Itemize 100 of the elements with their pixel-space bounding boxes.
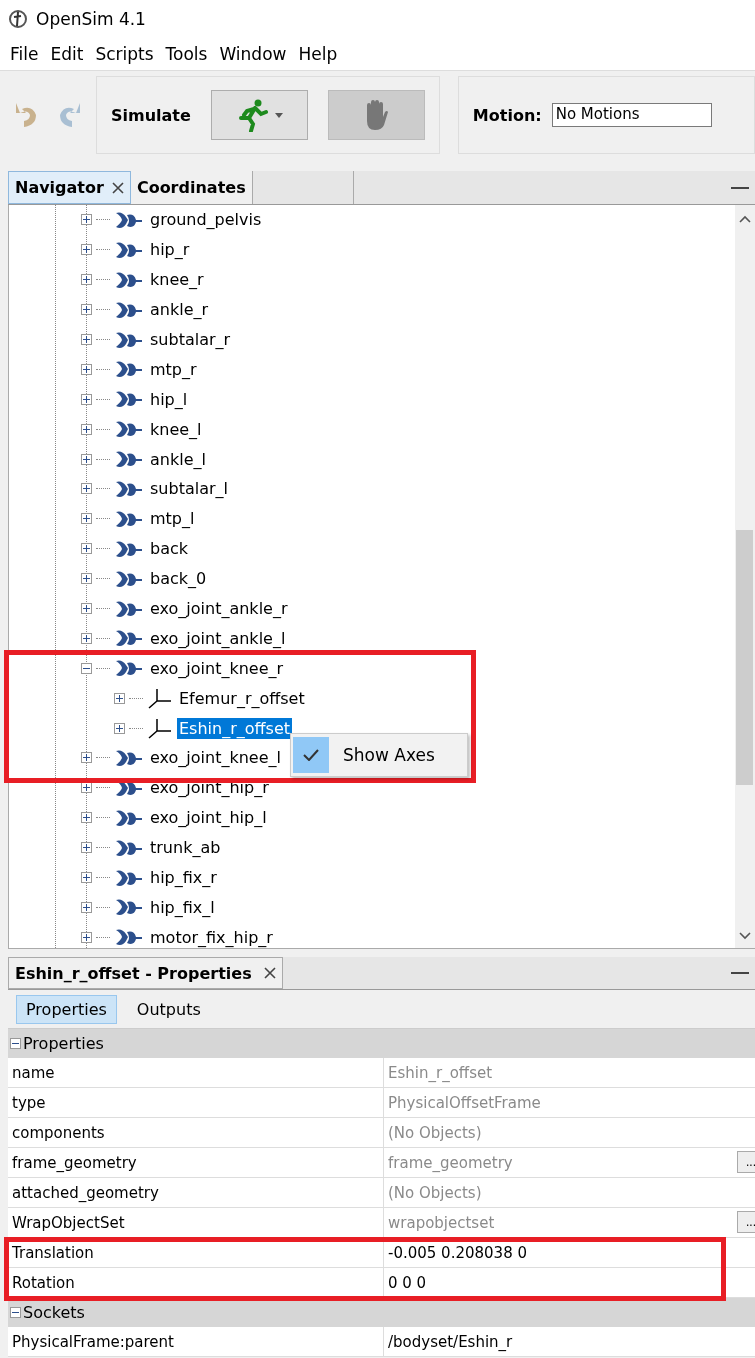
panel-tab[interactable]: Eshin_r_offset - Properties xyxy=(8,957,283,989)
axes-icon xyxy=(147,687,173,710)
tree-item[interactable]: mtp_r xyxy=(148,358,199,380)
run-button[interactable] xyxy=(210,90,308,140)
expand-toggle[interactable] xyxy=(81,543,92,555)
expand-toggle[interactable] xyxy=(81,334,92,345)
tree-item[interactable]: subtalar_r xyxy=(148,329,233,350)
menu-item[interactable]: File xyxy=(4,44,45,64)
tree-item[interactable]: knee_r xyxy=(148,269,206,291)
motion-dropdown[interactable]: No Motions xyxy=(551,103,712,127)
panel-tab[interactable]: Navigator xyxy=(8,171,131,204)
expand-toggle[interactable] xyxy=(114,692,125,704)
tree-item[interactable]: back xyxy=(148,538,191,560)
expand-toggle[interactable] xyxy=(81,214,92,226)
tree-item[interactable]: ankle_l xyxy=(148,448,208,470)
expand-toggle[interactable] xyxy=(81,752,92,764)
properties-tab[interactable]: Outputs xyxy=(126,994,211,1024)
expand-toggle[interactable] xyxy=(81,244,92,256)
property-name: attached_geometry xyxy=(8,1178,384,1207)
tree-item[interactable]: knee_l xyxy=(148,418,204,440)
collapse-toggle[interactable] xyxy=(81,662,92,674)
panel-tab[interactable]: Coordinates xyxy=(130,171,253,204)
window-title: OpenSim 4.1 xyxy=(36,9,146,29)
tree-item[interactable]: Eshin_r_offset xyxy=(177,717,292,739)
expand-toggle[interactable] xyxy=(81,453,92,465)
expand-toggle[interactable] xyxy=(81,483,92,495)
app-logo-icon xyxy=(8,9,28,29)
tree-item[interactable]: exo_joint_hip_l xyxy=(148,807,269,829)
property-value[interactable]: /bodyset/Eshin_r xyxy=(388,1332,513,1351)
property-value[interactable]: 0 0 0 xyxy=(388,1273,427,1292)
expand-toggle[interactable] xyxy=(81,872,92,884)
tree-item[interactable]: trunk_ab xyxy=(148,837,223,859)
expand-toggle[interactable] xyxy=(81,931,92,943)
property-name: WrapObjectSet xyxy=(8,1208,384,1237)
scrollbar[interactable] xyxy=(735,205,755,948)
expand-toggle[interactable] xyxy=(81,603,92,614)
browse-button[interactable]: ... xyxy=(737,1211,755,1233)
tree-item[interactable]: hip_fix_l xyxy=(148,896,217,918)
property-name: PhysicalFrame:parent xyxy=(8,1327,384,1356)
expand-toggle[interactable] xyxy=(81,304,92,316)
tree-item[interactable]: Efemur_r_offset xyxy=(177,687,307,709)
tree-item[interactable]: mtp_l xyxy=(148,508,197,530)
expand-toggle[interactable] xyxy=(81,901,92,913)
tree-item[interactable]: exo_joint_knee_r xyxy=(148,657,286,679)
simulate-label: Simulate xyxy=(111,105,191,125)
expand-toggle[interactable] xyxy=(81,363,92,375)
tree-item[interactable]: back_0 xyxy=(148,568,209,590)
property-value[interactable]: -0.005 0.208038 0 xyxy=(388,1243,527,1262)
close-icon[interactable] xyxy=(111,181,124,194)
property-value: PhysicalOffsetFrame xyxy=(388,1093,541,1112)
close-icon[interactable] xyxy=(263,967,276,979)
tree-item[interactable]: ground_pelvis xyxy=(148,209,264,231)
tree-item[interactable]: motor_fix_hip_r xyxy=(148,926,275,948)
property-value: (No Objects) xyxy=(388,1123,482,1142)
expand-toggle[interactable] xyxy=(81,632,92,644)
property-name: type xyxy=(8,1088,384,1117)
motion-label: Motion: xyxy=(472,105,542,125)
property-value: wrapobjectset xyxy=(388,1213,495,1232)
property-name: Translation xyxy=(8,1238,384,1267)
expand-toggle[interactable] xyxy=(81,573,92,585)
scrollbar-thumb[interactable] xyxy=(736,530,753,785)
section-title: Sockets xyxy=(23,1303,85,1322)
property-value: Eshin_r_offset xyxy=(388,1063,493,1082)
expand-toggle[interactable] xyxy=(81,782,92,794)
menu-item[interactable]: Scripts xyxy=(89,44,160,64)
expand-toggle[interactable] xyxy=(114,722,125,734)
collapse-toggle[interactable] xyxy=(10,1307,21,1318)
menu-item[interactable]: Tools xyxy=(159,44,214,64)
expand-toggle[interactable] xyxy=(81,423,92,435)
property-name: components xyxy=(8,1118,384,1147)
tree-item[interactable]: ankle_r xyxy=(148,299,211,321)
scroll-down-icon[interactable] xyxy=(739,932,751,940)
collapse-toggle[interactable] xyxy=(10,1038,21,1049)
scroll-up-icon[interactable] xyxy=(739,215,751,223)
tree-item[interactable]: hip_fix_r xyxy=(148,867,219,889)
expand-toggle[interactable] xyxy=(81,842,92,854)
expand-toggle[interactable] xyxy=(81,274,92,286)
tree-item[interactable]: exo_joint_knee_l xyxy=(148,747,283,769)
property-name: Rotation xyxy=(8,1268,384,1297)
properties-tab[interactable]: Properties xyxy=(16,994,117,1024)
menu-item[interactable]: Edit xyxy=(44,44,90,64)
menu-item[interactable]: Window xyxy=(213,44,293,64)
menu-item[interactable]: Help xyxy=(292,44,344,64)
menu-item[interactable]: Show Axes xyxy=(343,745,435,765)
dropdown-caret-icon xyxy=(275,112,284,118)
tree-item[interactable]: hip_l xyxy=(148,388,190,410)
browse-button[interactable]: ... xyxy=(737,1151,755,1173)
tree-item[interactable]: hip_r xyxy=(148,239,192,261)
tree-item[interactable]: exo_joint_ankle_l xyxy=(148,627,288,649)
property-name: frame_geometry xyxy=(8,1148,384,1177)
property-value: frame_geometry xyxy=(388,1153,513,1172)
expand-toggle[interactable] xyxy=(81,513,92,525)
expand-toggle[interactable] xyxy=(81,812,92,824)
tree-item[interactable]: exo_joint_hip_r xyxy=(148,777,271,799)
tree-item[interactable]: exo_joint_ankle_r xyxy=(148,598,290,619)
property-value: (No Objects) xyxy=(388,1183,482,1202)
minimize-icon[interactable] xyxy=(731,186,749,189)
section-title: Properties xyxy=(23,1034,104,1053)
tree-item[interactable]: subtalar_l xyxy=(148,478,230,500)
expand-toggle[interactable] xyxy=(81,393,92,405)
